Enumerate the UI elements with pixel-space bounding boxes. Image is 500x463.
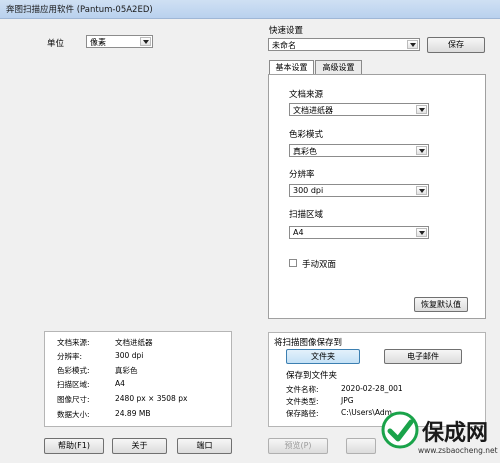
duplex-checkbox[interactable] (289, 259, 297, 267)
chevron-down-icon (416, 105, 427, 114)
chevron-down-icon (140, 37, 151, 46)
reset-defaults-button[interactable]: 恢复默认值 (414, 297, 468, 312)
quick-settings-select[interactable]: 未命名 (268, 38, 420, 51)
quick-settings-label: 快速设置 (269, 26, 304, 36)
summary-key: 色彩模式: (57, 366, 90, 375)
summary-key: 文档来源: (57, 338, 90, 347)
summary-value: 300 dpi (115, 351, 144, 360)
tab-basic-settings[interactable]: 基本设置 (269, 60, 314, 75)
watermark-logo: 保成网 www.zsbaocheng.net (380, 408, 500, 461)
summary-key: 图像尺寸: (57, 395, 90, 404)
summary-value: 24.89 MB (115, 409, 151, 418)
file-name-value: 2020-02-28_001 (341, 384, 403, 393)
summary-value: 2480 px × 3508 px (115, 394, 188, 403)
duplex-label: 手动双面 (302, 260, 337, 270)
scan-button[interactable] (346, 438, 376, 454)
unit-label: 单位 (47, 39, 65, 49)
email-button-label: 电子邮件 (407, 352, 439, 361)
tab-label: 高级设置 (322, 63, 355, 72)
color-mode-select[interactable]: 真彩色 (289, 144, 429, 157)
port-button[interactable]: 端口 (177, 438, 232, 454)
quick-settings-value: 未命名 (272, 41, 296, 50)
scan-area-value: A4 (293, 228, 304, 237)
watermark-url: www.zsbaocheng.net (418, 446, 498, 455)
summary-panel: 文档来源: 文档进纸器 分辨率: 300 dpi 色彩模式: 真彩色 扫描区域:… (44, 331, 232, 427)
resolution-value: 300 dpi (293, 186, 324, 195)
preview-button-label: 预览(P) (284, 441, 312, 450)
chevron-down-icon (416, 186, 427, 195)
summary-key: 扫描区域: (57, 380, 90, 389)
port-button-label: 端口 (196, 441, 213, 450)
resolution-select[interactable]: 300 dpi (289, 184, 429, 197)
reset-defaults-label: 恢复默认值 (421, 300, 461, 309)
about-button-label: 关于 (131, 441, 148, 450)
summary-value: 文档进纸器 (115, 338, 153, 347)
color-mode-value: 真彩色 (293, 147, 317, 156)
doc-source-label: 文档来源 (289, 90, 324, 100)
save-path-label: 保存路径: (286, 409, 319, 418)
help-button[interactable]: 帮助(F1) (44, 438, 104, 454)
save-button-label: 保存 (448, 40, 464, 49)
chevron-down-icon (407, 40, 418, 49)
title-bar: 奔图扫描应用软件 (Pantum-05A2ED) (0, 0, 500, 19)
save-to-title: 将扫描图像保存到 (274, 338, 343, 348)
chevron-down-icon (416, 146, 427, 155)
tab-advanced-settings[interactable]: 高级设置 (315, 60, 362, 75)
unit-select[interactable]: 像素 (86, 35, 153, 48)
window-title: 奔图扫描应用软件 (Pantum-05A2ED) (6, 5, 153, 15)
doc-source-select[interactable]: 文档进纸器 (289, 103, 429, 116)
doc-source-value: 文档进纸器 (293, 106, 333, 115)
save-to-folder-subtitle: 保存到文件夹 (286, 371, 338, 381)
folder-button[interactable]: 文件夹 (286, 349, 360, 364)
summary-key: 分辨率: (57, 352, 83, 361)
file-name-label: 文件名称: (286, 385, 319, 394)
email-button[interactable]: 电子邮件 (384, 349, 462, 364)
file-type-label: 文件类型: (286, 397, 319, 406)
save-button[interactable]: 保存 (427, 37, 485, 53)
scan-area-select[interactable]: A4 (289, 226, 429, 239)
unit-value: 像素 (90, 38, 106, 47)
scan-area-label: 扫描区域 (289, 210, 324, 220)
folder-button-label: 文件夹 (311, 352, 335, 361)
summary-key: 数据大小: (57, 410, 90, 419)
color-mode-label: 色彩模式 (289, 130, 324, 140)
summary-value: 真彩色 (115, 366, 138, 375)
basic-settings-panel: 文档来源 文档进纸器 色彩模式 真彩色 分辨率 300 dpi 扫描区域 A4 … (268, 74, 486, 319)
preview-button[interactable]: 预览(P) (268, 438, 328, 454)
watermark-text: 保成网 (422, 421, 489, 446)
summary-value: A4 (115, 379, 125, 388)
help-button-label: 帮助(F1) (58, 441, 90, 450)
tab-label: 基本设置 (275, 63, 308, 72)
resolution-label: 分辨率 (289, 170, 315, 180)
chevron-down-icon (416, 228, 427, 237)
about-button[interactable]: 关于 (112, 438, 167, 454)
file-type-value: JPG (341, 396, 354, 405)
